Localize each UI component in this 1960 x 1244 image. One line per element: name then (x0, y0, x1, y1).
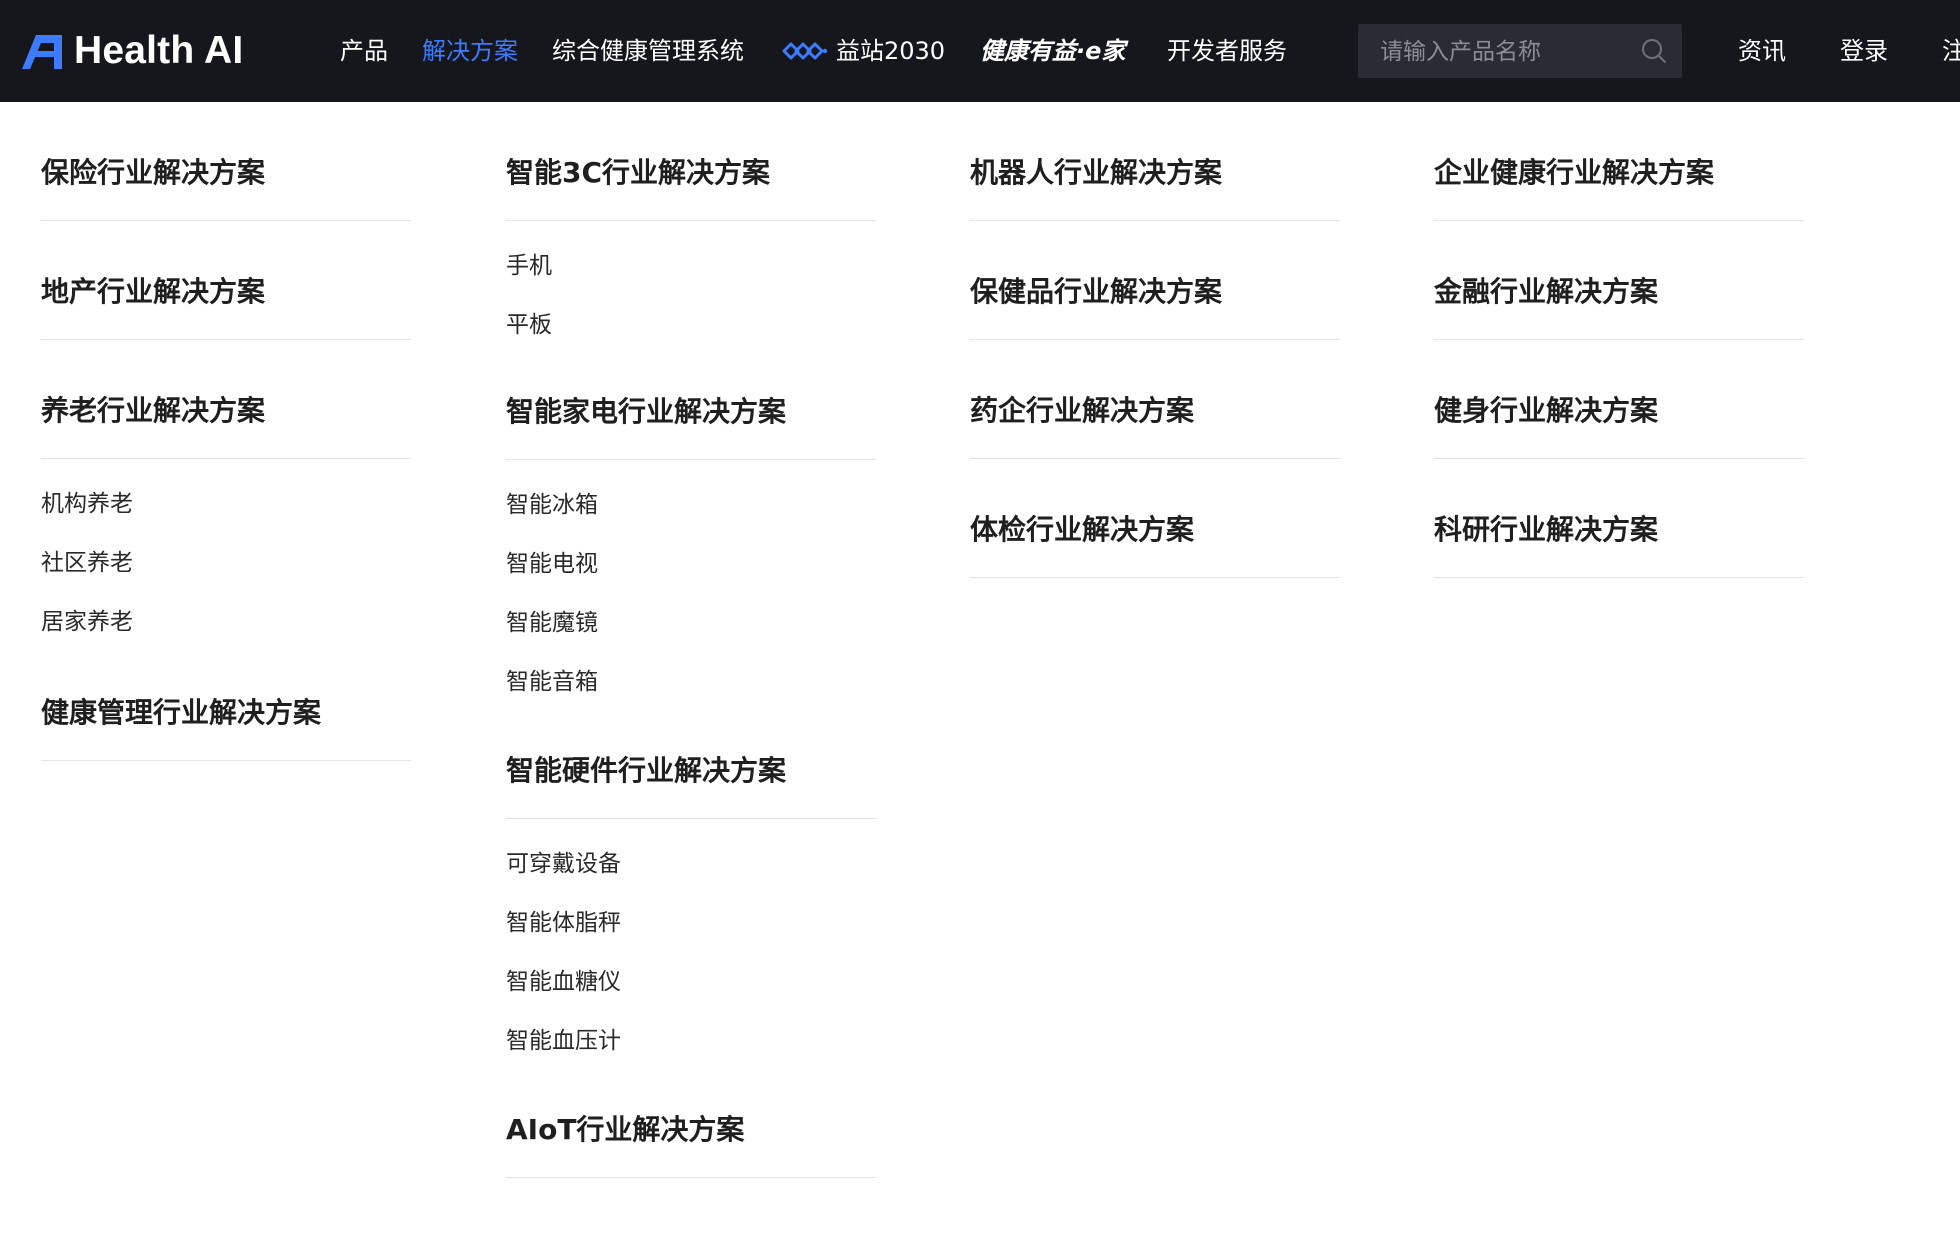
menu-item[interactable]: 智能血糖仪 (506, 953, 876, 1012)
menu-group-title-finance[interactable]: 金融行业解决方案 (1434, 221, 1804, 340)
menu-group: 智能3C行业解决方案 手机 平板 (506, 102, 876, 357)
nav-register[interactable]: 注 (1942, 33, 1960, 69)
logo[interactable]: Health AI (18, 28, 243, 74)
nav-health-system[interactable]: 综合健康管理系统 (552, 33, 744, 69)
menu-item[interactable]: 智能魔镜 (506, 594, 876, 653)
menu-group: 保险行业解决方案 (41, 102, 411, 221)
menu-group-title-physical-exam[interactable]: 体检行业解决方案 (970, 459, 1340, 578)
menu-item[interactable]: 平板 (506, 296, 876, 355)
menu-group: AIoT行业解决方案 (506, 1073, 876, 1178)
menu-group: 健康管理行业解决方案 (41, 654, 411, 761)
menu-group: 健身行业解决方案 (1434, 340, 1804, 459)
menu-column-1: 保险行业解决方案 地产行业解决方案 养老行业解决方案 机构养老 社区养老 居家养… (41, 102, 411, 761)
menu-group: 科研行业解决方案 (1434, 459, 1804, 578)
yizhan-logo-icon (782, 42, 828, 60)
menu-item[interactable]: 智能音箱 (506, 653, 876, 712)
top-navigation-bar: Health AI 产品 解决方案 综合健康管理系统 益站2030 健康有益·e… (0, 0, 1960, 102)
menu-item[interactable]: 社区养老 (41, 534, 411, 593)
menu-column-2: 智能3C行业解决方案 手机 平板 智能家电行业解决方案 智能冰箱 智能电视 智能… (506, 102, 876, 1178)
nav-solutions[interactable]: 解决方案 (422, 33, 518, 69)
sub-list: 机构养老 社区养老 居家养老 (41, 459, 411, 654)
menu-group: 药企行业解决方案 (970, 340, 1340, 459)
menu-group-title-real-estate[interactable]: 地产行业解决方案 (41, 221, 411, 340)
search-input[interactable] (1378, 34, 1632, 70)
nav-jiankang-label: 健康有益·e家 (980, 37, 1126, 65)
sub-list: 可穿戴设备 智能体脂秤 智能血糖仪 智能血压计 (506, 819, 876, 1073)
menu-group: 智能家电行业解决方案 智能冰箱 智能电视 智能魔镜 智能音箱 (506, 357, 876, 714)
menu-item[interactable]: 可穿戴设备 (506, 835, 876, 894)
nav-yizhan-label: 益站2030 (836, 37, 946, 65)
menu-group: 企业健康行业解决方案 (1434, 102, 1804, 221)
menu-item[interactable]: 智能电视 (506, 535, 876, 594)
menu-item[interactable]: 手机 (506, 237, 876, 296)
menu-group-title-smart-3c[interactable]: 智能3C行业解决方案 (506, 102, 876, 221)
menu-group-title-smart-appliance[interactable]: 智能家电行业解决方案 (506, 357, 876, 460)
menu-group-title-insurance[interactable]: 保险行业解决方案 (41, 102, 411, 221)
menu-group-title-enterprise-health[interactable]: 企业健康行业解决方案 (1434, 102, 1804, 221)
menu-group: 保健品行业解决方案 (970, 221, 1340, 340)
menu-group-title-elderly-care[interactable]: 养老行业解决方案 (41, 340, 411, 459)
health-ai-logo-icon (22, 35, 62, 69)
nav-login[interactable]: 登录 (1840, 33, 1888, 69)
menu-column-3: 机器人行业解决方案 保健品行业解决方案 药企行业解决方案 体检行业解决方案 (970, 102, 1340, 578)
sub-list: 智能冰箱 智能电视 智能魔镜 智能音箱 (506, 460, 876, 714)
menu-group: 金融行业解决方案 (1434, 221, 1804, 340)
menu-group-title-aiot[interactable]: AIoT行业解决方案 (506, 1073, 876, 1178)
menu-group-title-fitness[interactable]: 健身行业解决方案 (1434, 340, 1804, 459)
nav-yizhan-2030[interactable]: 益站2030 (782, 33, 945, 69)
menu-group: 智能硬件行业解决方案 可穿戴设备 智能体脂秤 智能血糖仪 智能血压计 (506, 714, 876, 1073)
menu-group-title-robot[interactable]: 机器人行业解决方案 (970, 102, 1340, 221)
nav-developer-services[interactable]: 开发者服务 (1167, 33, 1287, 69)
menu-group: 养老行业解决方案 机构养老 社区养老 居家养老 (41, 340, 411, 654)
search-icon[interactable] (1640, 37, 1668, 65)
menu-item[interactable]: 智能血压计 (506, 1012, 876, 1071)
menu-column-4: 企业健康行业解决方案 金融行业解决方案 健身行业解决方案 科研行业解决方案 (1434, 102, 1804, 578)
menu-group: 地产行业解决方案 (41, 221, 411, 340)
menu-group-title-health-products[interactable]: 保健品行业解决方案 (970, 221, 1340, 340)
sub-list: 手机 平板 (506, 221, 876, 357)
menu-group: 机器人行业解决方案 (970, 102, 1340, 221)
menu-group-title-pharma[interactable]: 药企行业解决方案 (970, 340, 1340, 459)
menu-item[interactable]: 智能冰箱 (506, 476, 876, 535)
nav-jiankang-ejia[interactable]: 健康有益·e家 (980, 33, 1125, 69)
menu-item[interactable]: 智能体脂秤 (506, 894, 876, 953)
menu-item[interactable]: 机构养老 (41, 475, 411, 534)
nav-products[interactable]: 产品 (340, 33, 388, 69)
menu-item[interactable]: 居家养老 (41, 593, 411, 652)
nav-news[interactable]: 资讯 (1738, 33, 1786, 69)
menu-group-title-health-management[interactable]: 健康管理行业解决方案 (41, 654, 411, 761)
menu-group: 体检行业解决方案 (970, 459, 1340, 578)
menu-group-title-research[interactable]: 科研行业解决方案 (1434, 459, 1804, 578)
menu-group-title-smart-hardware[interactable]: 智能硬件行业解决方案 (506, 714, 876, 819)
logo-text: Health AI (74, 29, 244, 72)
search-box (1358, 24, 1682, 78)
